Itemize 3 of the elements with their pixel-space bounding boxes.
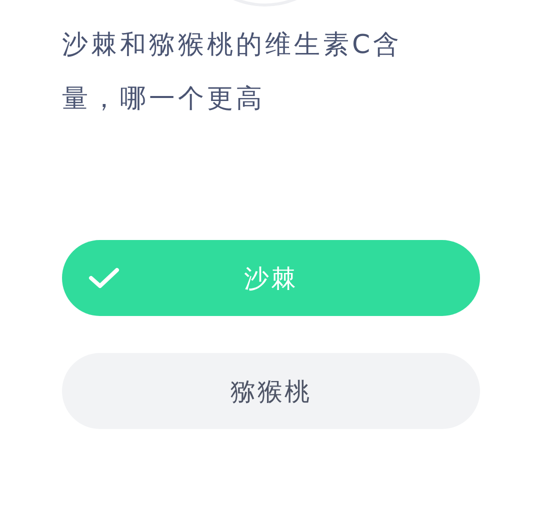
question-text: 沙棘和猕猴桃的维生素C含量，哪一个更高 [62, 29, 404, 116]
answer-option[interactable]: 猕猴桃 [62, 353, 480, 429]
checkmark-icon [88, 266, 120, 290]
